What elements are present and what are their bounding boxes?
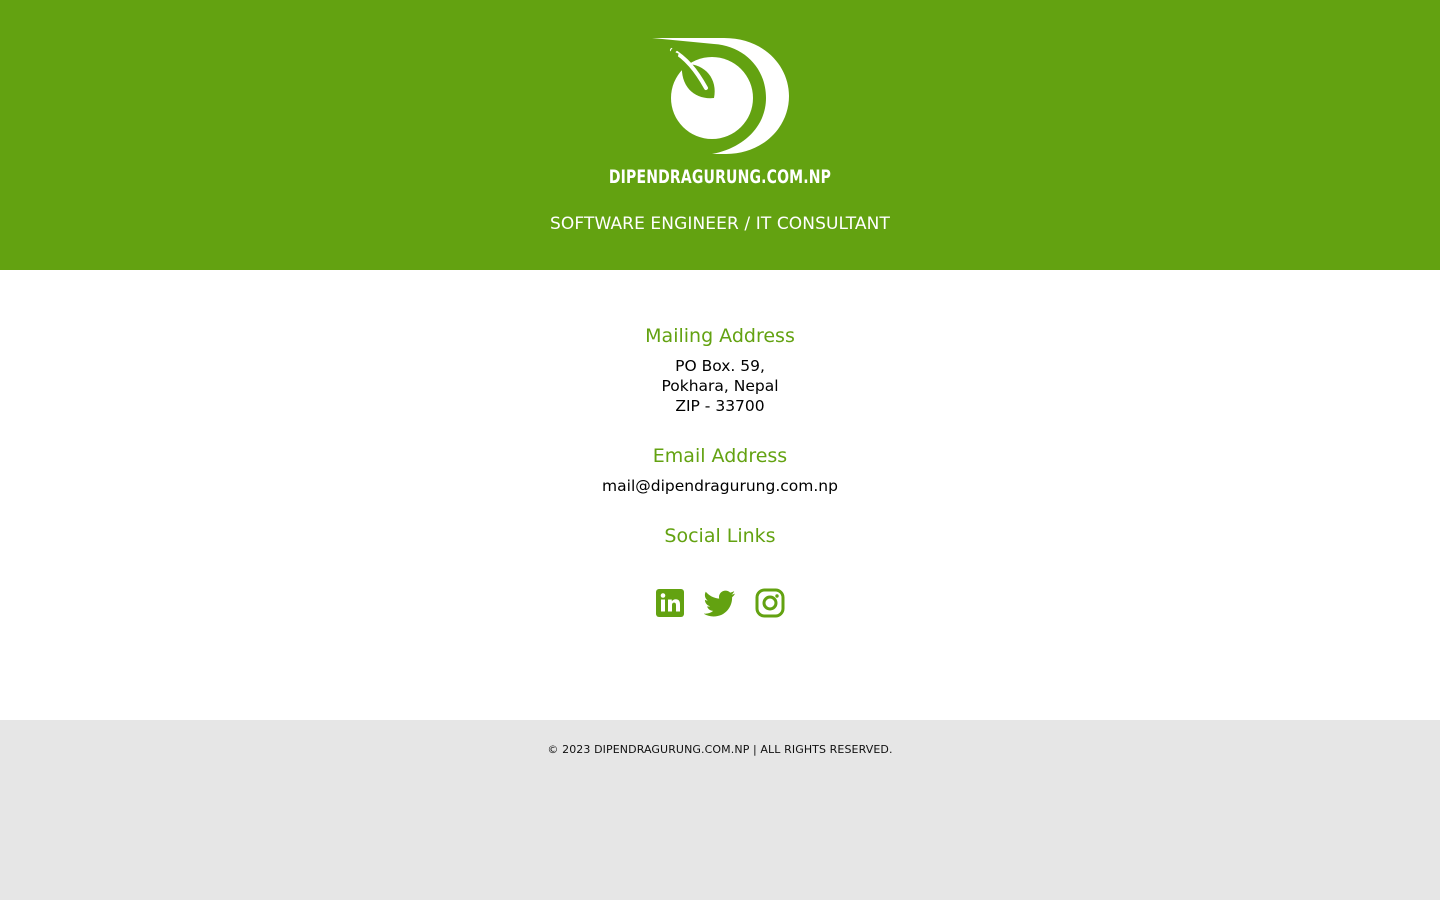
site-brand-name[interactable]: DIPENDRAGURUNG.COM.NP [130,163,1311,191]
social-links [0,588,1440,622]
contact-section: Mailing Address PO Box. 59, Pokhara, Nep… [0,270,1440,720]
email-address-heading: Email Address [652,445,788,467]
instagram-icon[interactable] [755,588,785,618]
copyright-text: © 2023 DIPENDRAGURUNG.COM.NP | ALL RIGHT… [547,743,893,756]
twitter-icon[interactable] [704,588,736,618]
email-address-link[interactable]: mail@dipendragurung.com.np [0,476,1440,496]
dg-leaf-logo-icon[interactable] [652,36,790,156]
mailing-address-heading: Mailing Address [645,325,795,347]
site-header: DIPENDRAGURUNG.COM.NP SOFTWARE ENGINEER … [0,0,1440,270]
social-links-heading: Social Links [664,525,776,547]
mailing-line-1: PO Box. 59, [675,357,765,375]
site-tagline: SOFTWARE ENGINEER / IT CONSULTANT [550,214,890,234]
linkedin-icon[interactable] [655,588,685,618]
mailing-line-2: Pokhara, Nepal [661,377,779,395]
mailing-line-3: ZIP - 33700 [675,397,765,415]
site-footer: © 2023 DIPENDRAGURUNG.COM.NP | ALL RIGHT… [0,720,1440,900]
